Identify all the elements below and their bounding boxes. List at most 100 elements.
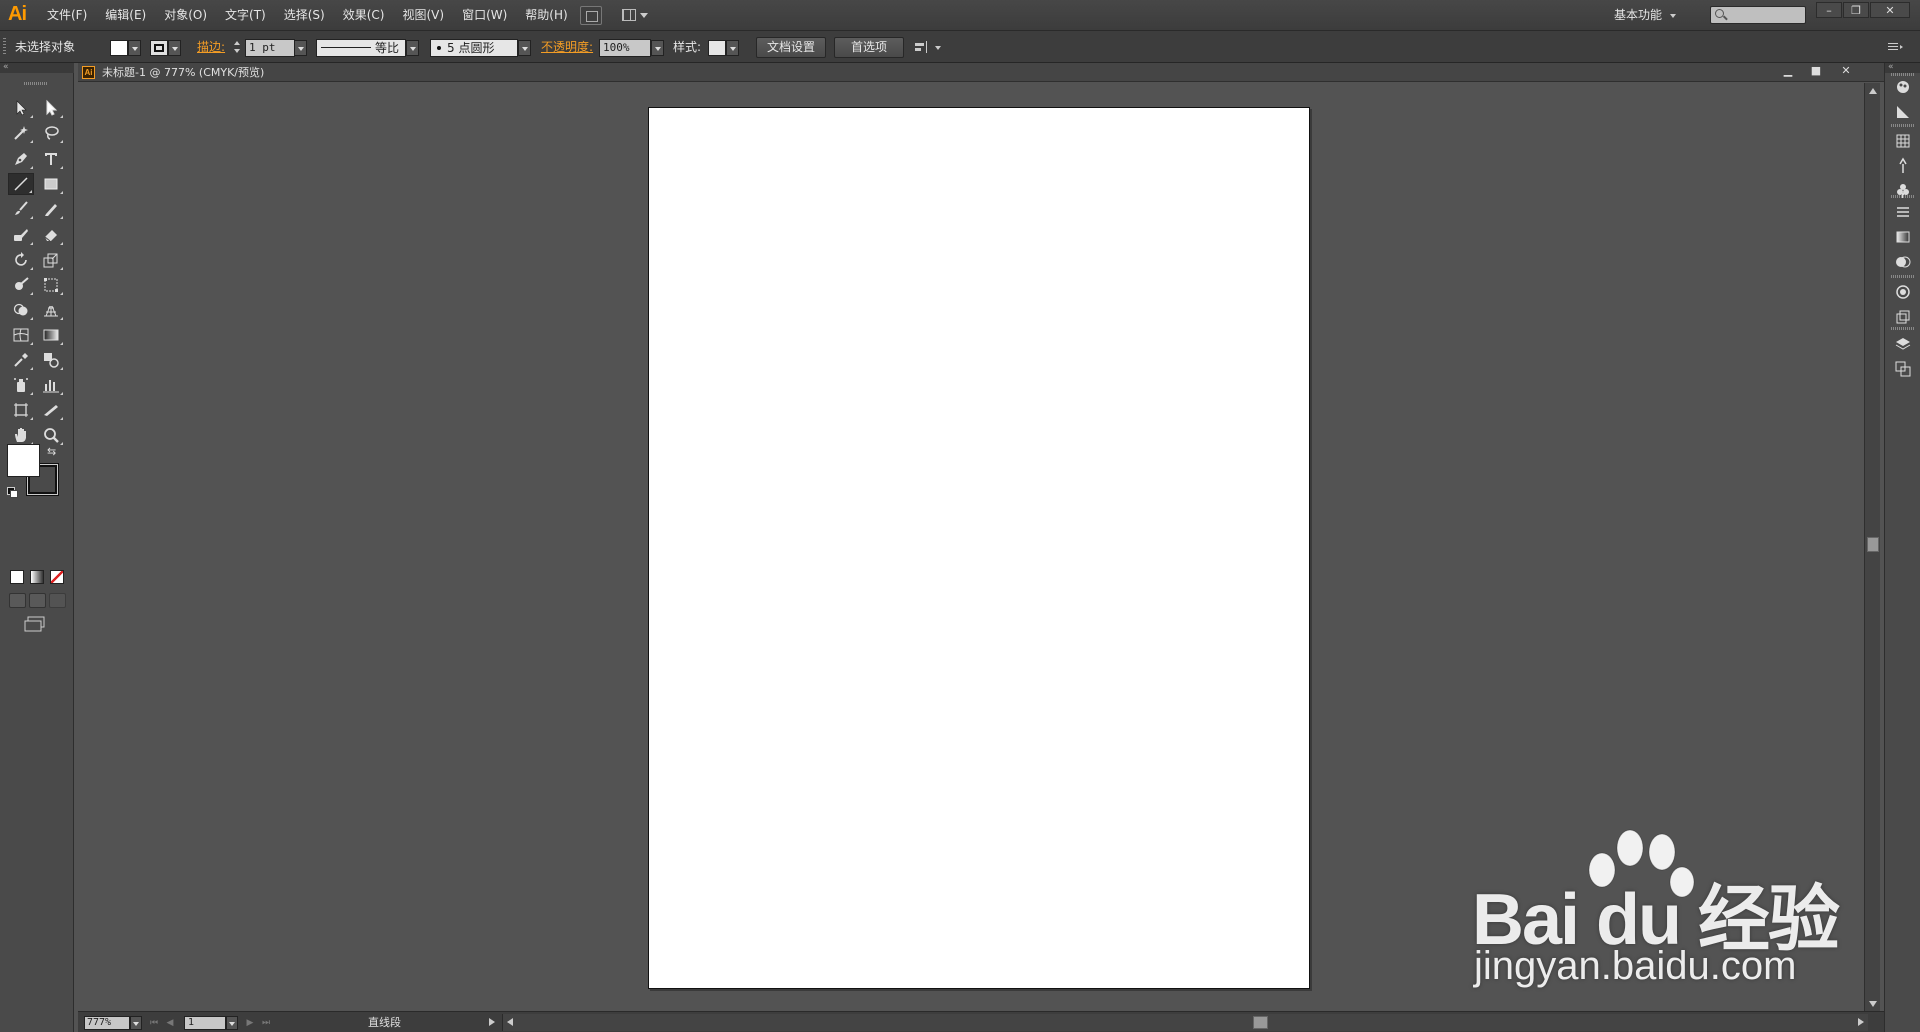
type-tool-button[interactable] (38, 148, 64, 170)
vertical-scroll-thumb[interactable] (1867, 537, 1879, 552)
stroke-label-link[interactable]: 描边: (197, 31, 225, 63)
mesh-tool-button[interactable] (8, 324, 34, 346)
rotate-tool-button[interactable] (8, 249, 34, 271)
swatches-panel-button[interactable] (1892, 131, 1914, 151)
zoom-dropdown[interactable] (130, 1016, 142, 1030)
zoom-tool-button[interactable] (38, 424, 64, 446)
document-tab[interactable]: Ai 未标题-1 @ 777% (CMYK/预览) ▁ ■ ✕ (78, 63, 1884, 82)
next-artboard-icon[interactable]: ▶ (244, 1016, 256, 1030)
artboard-tool-button[interactable] (8, 399, 34, 421)
stroke-weight-field[interactable]: 1 pt (245, 39, 295, 57)
line-segment-tool-button[interactable] (8, 173, 34, 195)
stroke-dropdown[interactable] (168, 40, 181, 56)
menu-type[interactable]: 文字(T) (216, 0, 275, 31)
blob-brush-tool-button[interactable] (8, 224, 34, 246)
layers-panel-button[interactable] (1892, 334, 1914, 354)
gradient-mode-button[interactable] (30, 570, 44, 584)
control-bar-grip[interactable] (3, 38, 6, 56)
close-app-button[interactable]: ✕ (1870, 2, 1910, 18)
free-transform-tool-button[interactable] (38, 274, 64, 296)
rectangle-tool-button[interactable] (38, 173, 64, 195)
previous-artboard-icon[interactable]: ◀ (164, 1016, 176, 1030)
scroll-right-icon[interactable] (1858, 1018, 1864, 1026)
zoom-level-field[interactable]: 777% (84, 1016, 130, 1030)
symbols-panel-button[interactable] (1892, 181, 1914, 201)
dock-group-grip[interactable] (1891, 73, 1915, 76)
menu-effect[interactable]: 效果(C) (334, 0, 394, 31)
transparency-panel-button[interactable] (1892, 252, 1914, 272)
color-mode-button[interactable] (10, 570, 24, 584)
paintbrush-tool-button[interactable] (8, 198, 34, 220)
tools-collapse-bar[interactable]: « (0, 63, 74, 73)
menu-select[interactable]: 选择(S) (275, 0, 334, 31)
menu-window[interactable]: 窗口(W) (453, 0, 516, 31)
first-artboard-icon[interactable]: ⏮ (148, 1016, 160, 1030)
stroke-weight-dropdown[interactable] (294, 40, 307, 56)
last-artboard-icon[interactable]: ⏭ (260, 1016, 272, 1030)
artboard-number-field[interactable]: 1 (184, 1016, 226, 1030)
tools-grip[interactable] (24, 82, 48, 85)
slice-tool-button[interactable] (38, 399, 64, 421)
horizontal-scroll-thumb[interactable] (1253, 1016, 1268, 1029)
workspace-switcher[interactable]: 基本功能 (1614, 0, 1678, 31)
direct-selection-tool-button[interactable] (38, 97, 64, 119)
default-fill-stroke-icon[interactable] (7, 487, 18, 498)
help-search-input[interactable] (1710, 6, 1806, 24)
draw-inside-button[interactable] (49, 593, 66, 608)
chevron-down-icon[interactable] (935, 46, 941, 50)
perspective-grid-tool-button[interactable] (38, 299, 64, 321)
canvas-area[interactable] (78, 83, 1864, 1011)
minimize-doc-button[interactable]: ▁ (1776, 64, 1800, 80)
menu-object[interactable]: 对象(O) (155, 0, 216, 31)
brush-dropdown[interactable] (518, 40, 531, 56)
dock-group-grip[interactable] (1891, 275, 1915, 278)
scroll-down-icon[interactable] (1869, 1001, 1877, 1007)
menu-edit[interactable]: 编辑(E) (96, 0, 155, 31)
dock-collapse-bar[interactable]: « (1885, 63, 1920, 73)
graphic-styles-panel-button[interactable] (1892, 307, 1914, 327)
fill-dropdown[interactable] (128, 40, 141, 56)
horizontal-scrollbar[interactable] (502, 1014, 1868, 1031)
menu-help[interactable]: 帮助(H) (516, 0, 576, 31)
scroll-up-icon[interactable] (1869, 88, 1877, 94)
change-screen-mode-button[interactable] (24, 616, 46, 632)
variable-width-profile[interactable]: 等比 (316, 39, 406, 57)
eraser-tool-button[interactable] (38, 224, 64, 246)
stroke-swatch[interactable] (150, 40, 168, 56)
selection-tool-button[interactable] (8, 97, 34, 119)
opacity-dropdown[interactable] (651, 40, 664, 56)
profile-dropdown[interactable] (406, 40, 419, 56)
scale-tool-button[interactable] (38, 249, 64, 271)
menu-file[interactable]: 文件(F) (38, 0, 96, 31)
warp-tool-button[interactable] (8, 274, 34, 296)
close-doc-button[interactable]: ✕ (1834, 64, 1858, 80)
eyedropper-tool-button[interactable] (8, 349, 34, 371)
restore-app-button[interactable]: ❐ (1843, 2, 1869, 18)
opacity-label-link[interactable]: 不透明度: (541, 31, 593, 63)
dock-group-grip[interactable] (1891, 124, 1915, 127)
opacity-field[interactable]: 100% (599, 39, 651, 57)
vertical-scrollbar[interactable] (1864, 83, 1880, 1011)
draw-normal-button[interactable] (9, 593, 26, 608)
pencil-tool-button[interactable] (38, 198, 64, 220)
artboard[interactable] (648, 107, 1310, 989)
align-options-icon[interactable] (914, 40, 930, 54)
maximize-doc-button[interactable]: ■ (1804, 64, 1828, 80)
stroke-panel-button[interactable] (1892, 202, 1914, 222)
shape-builder-tool-button[interactable] (8, 299, 34, 321)
fill-swatch[interactable] (110, 40, 128, 56)
status-menu-icon[interactable] (489, 1018, 495, 1026)
go-to-bridge-button[interactable] (580, 6, 602, 25)
dock-group-grip[interactable] (1891, 195, 1915, 198)
scroll-left-icon[interactable] (507, 1018, 513, 1026)
lasso-tool-button[interactable] (38, 122, 64, 144)
color-panel-button[interactable] (1892, 77, 1914, 97)
swap-fill-stroke-icon[interactable]: ⇆ (47, 445, 56, 458)
appearance-panel-button[interactable] (1892, 282, 1914, 302)
dock-group-grip[interactable] (1891, 327, 1915, 330)
hand-tool-button[interactable] (8, 424, 34, 446)
color-guide-panel-button[interactable] (1892, 102, 1914, 122)
stroke-weight-stepper[interactable] (233, 40, 242, 56)
preferences-button[interactable]: 首选项 (834, 37, 904, 58)
artboards-panel-button[interactable] (1892, 359, 1914, 379)
